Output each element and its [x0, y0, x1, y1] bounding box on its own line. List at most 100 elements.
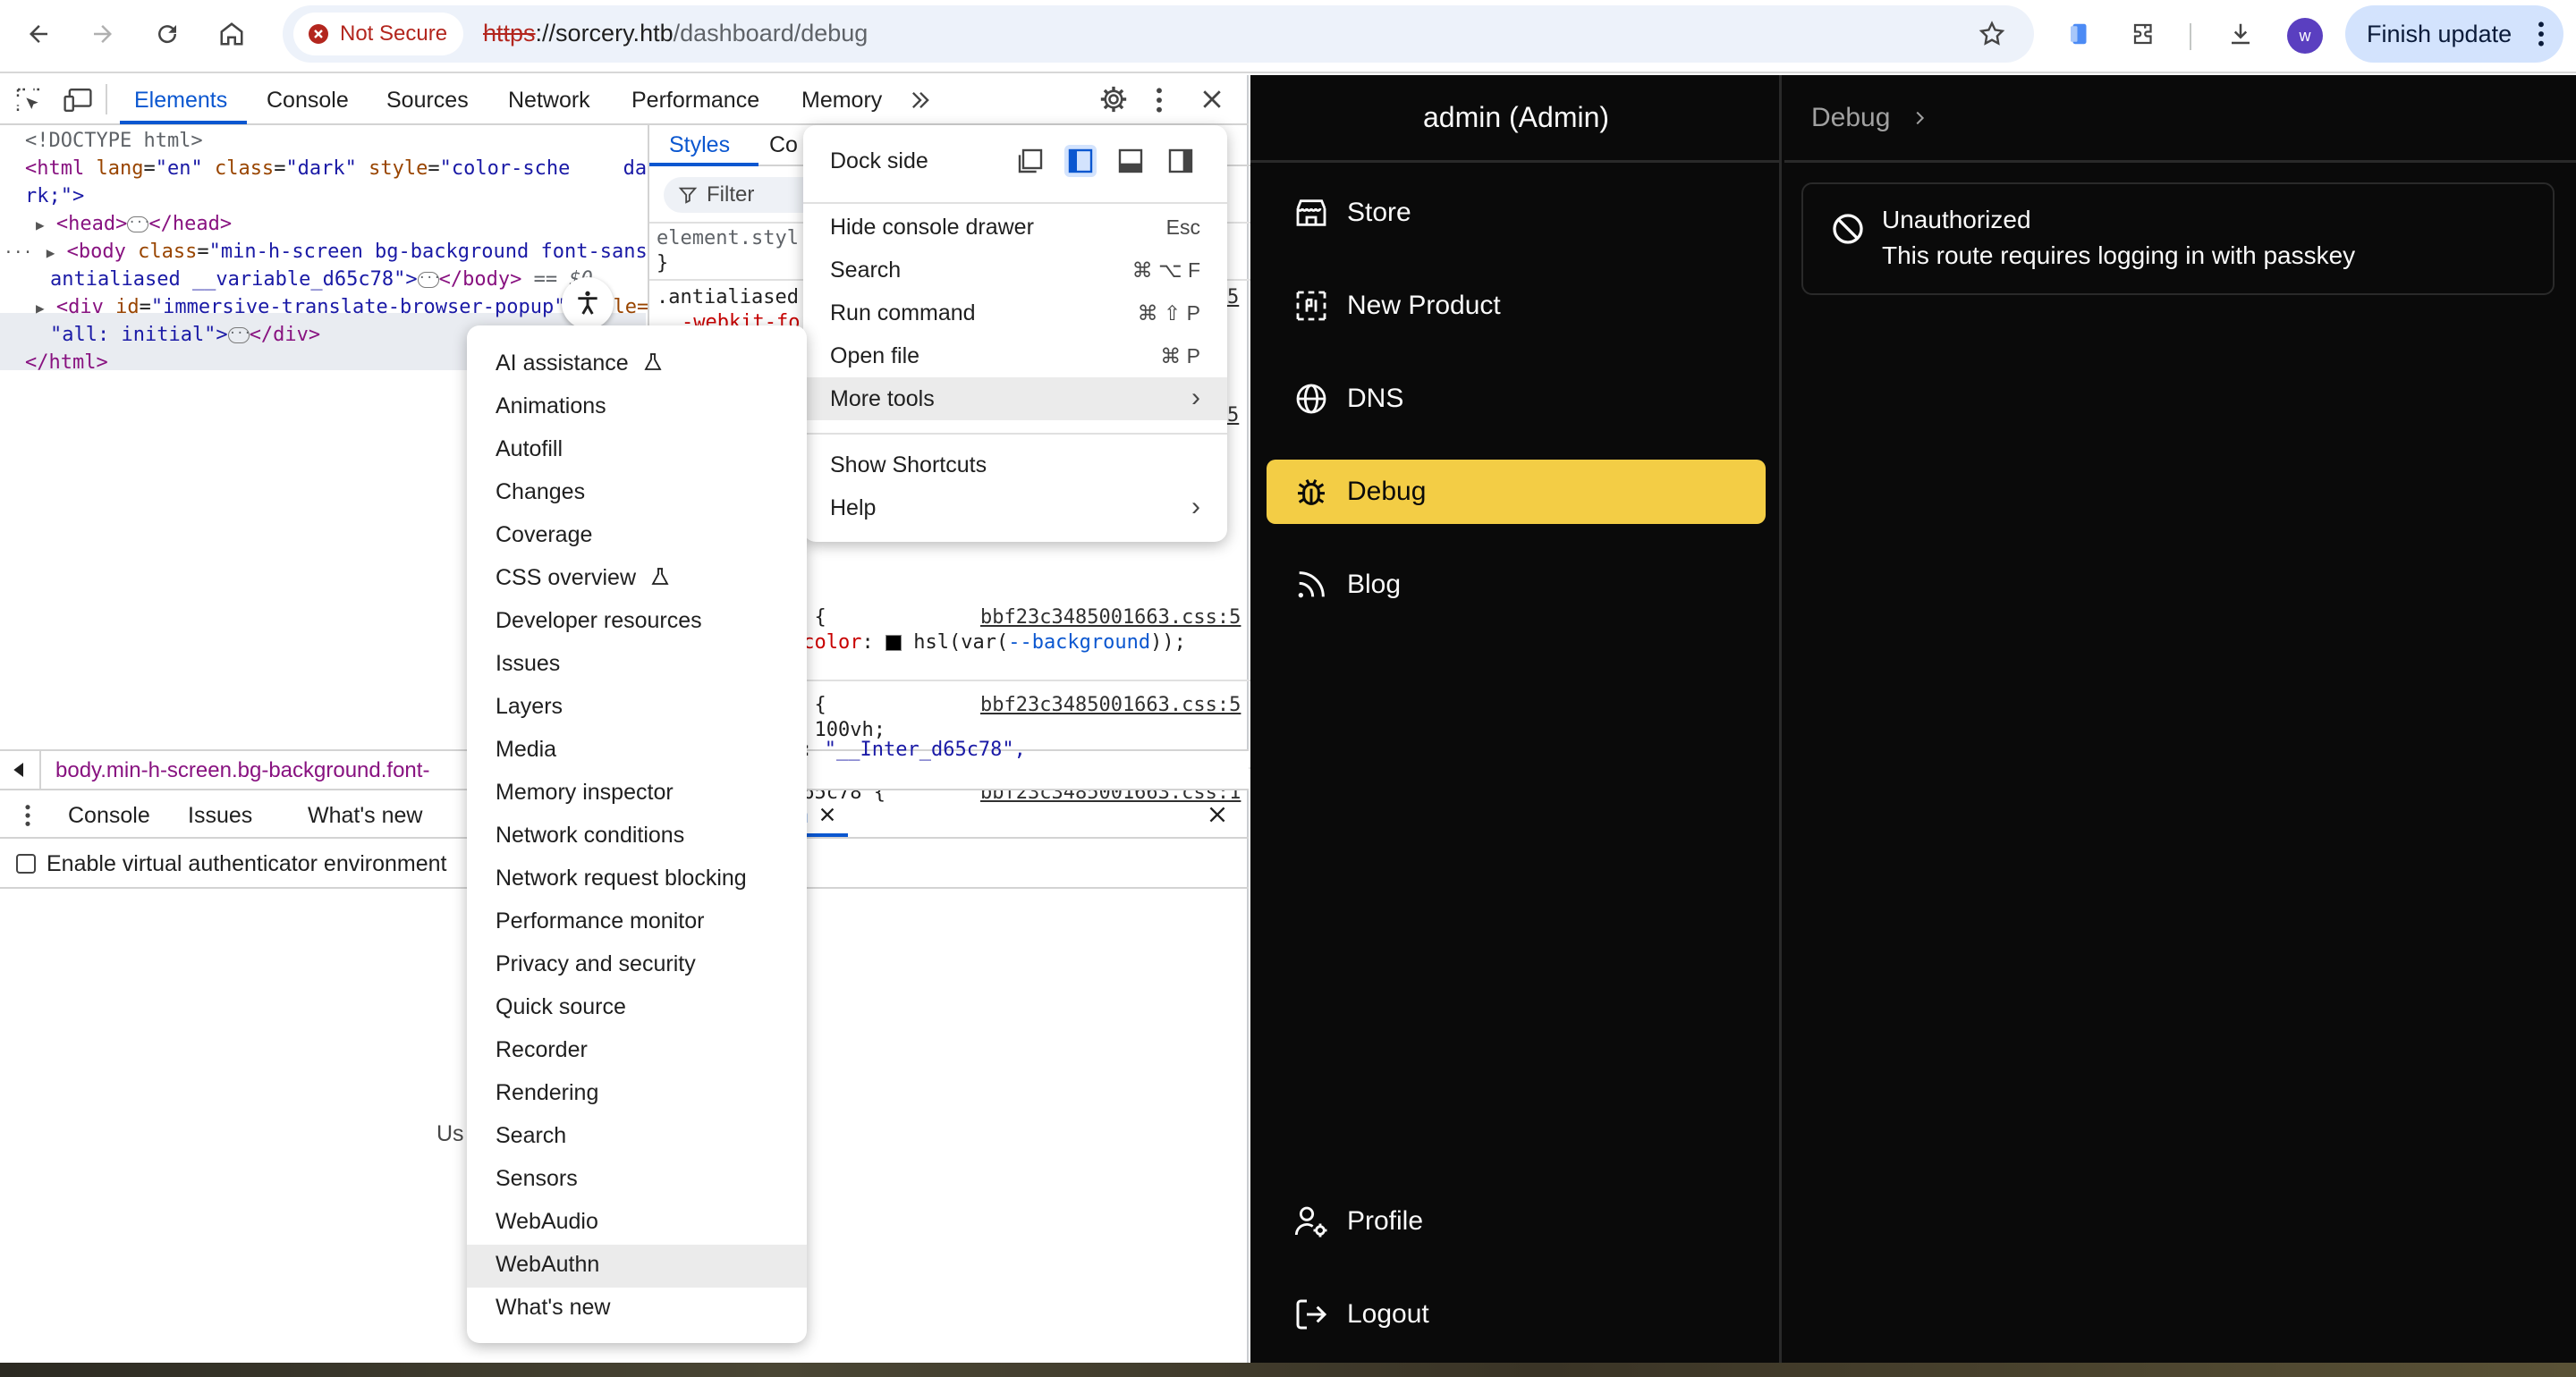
dock-bottom-button[interactable] [1114, 145, 1147, 177]
dock-right-button[interactable] [1165, 145, 1197, 177]
head-close-tag: </head> [148, 213, 233, 235]
customize-menu-button[interactable] [1154, 86, 1165, 114]
tab-sources[interactable]: Sources [386, 88, 469, 114]
html-open-tag: <html [25, 157, 85, 180]
breadcrumb-scroll-left[interactable] [0, 751, 41, 789]
tool-sensors[interactable]: Sensors [496, 1166, 578, 1192]
div-node[interactable]: ▶ <div id="immersive-translate-browser-p… [36, 293, 648, 322]
tool-developer-resources[interactable]: Developer resources [496, 608, 702, 634]
breadcrumb-item-debug[interactable]: Debug [1811, 103, 1890, 133]
tool-search[interactable]: Search [496, 1123, 566, 1149]
url-scheme: https [483, 20, 536, 46]
device-toolbar-button[interactable] [63, 86, 93, 114]
tool-performance-monitor[interactable]: Performance monitor [496, 908, 704, 934]
doctype-node[interactable]: <!DOCTYPE html> [25, 127, 203, 155]
back-button[interactable] [20, 15, 57, 53]
tool-webauthn[interactable]: WebAuthn [496, 1252, 599, 1278]
expand-triangle-icon[interactable]: ▶ [36, 300, 45, 317]
close-drawer-button[interactable] [1206, 803, 1229, 826]
tool-whats-new[interactable]: What's new [496, 1295, 610, 1321]
tool-network-request-blocking[interactable]: Network request blocking [496, 866, 747, 891]
ellipsis-badge[interactable]: ··· [417, 272, 441, 288]
html-node[interactable]: <html lang="en" class="dark" style="colo… [25, 155, 647, 182]
dom-breadcrumb[interactable]: body.min-h-screen.bg-background.font- [55, 758, 429, 783]
forward-button[interactable] [84, 15, 122, 53]
more-tabs-button[interactable] [907, 88, 934, 113]
tool-coverage[interactable]: Coverage [496, 522, 592, 548]
menu-item-shortcut: Esc [1165, 215, 1200, 239]
sidebar-item-store[interactable]: Store [1267, 181, 1766, 245]
drawer-tab-whats-new[interactable]: What's new [308, 803, 422, 829]
sidebar-item-debug[interactable]: Debug [1267, 460, 1766, 524]
expand-triangle-icon[interactable]: ▶ [47, 244, 55, 261]
sidebar-item-dns[interactable]: DNS [1267, 367, 1766, 431]
sidebar-item-blog[interactable]: Blog [1267, 553, 1766, 617]
ellipsis-badge[interactable]: ··· [227, 327, 251, 343]
tool-quick-source[interactable]: Quick source [496, 994, 626, 1020]
drawer-tab-console[interactable]: Console [68, 803, 150, 829]
close-drawer-tab-button[interactable] [818, 805, 837, 824]
tool-rendering[interactable]: Rendering [496, 1080, 598, 1106]
tab-search-button[interactable] [2061, 15, 2098, 53]
dock-left-button[interactable] [1064, 145, 1097, 177]
head-node[interactable]: ▶ <head>···</head> [36, 210, 232, 239]
css-source-link[interactable]: 5 [1227, 404, 1239, 427]
profile-avatar[interactable]: w [2287, 18, 2323, 54]
rule1-variable: --background [1008, 631, 1151, 654]
home-button[interactable] [213, 15, 250, 53]
reload-button[interactable] [148, 15, 186, 53]
color-swatch[interactable] [885, 635, 902, 651]
tool-privacy-and-security[interactable]: Privacy and security [496, 951, 696, 977]
new-product-icon [1296, 291, 1326, 321]
drawer-menu-button[interactable] [23, 803, 32, 828]
inspect-element-button[interactable] [14, 86, 43, 114]
bug-icon [1298, 478, 1325, 505]
tool-issues[interactable]: Issues [496, 651, 560, 677]
tab-memory[interactable]: Memory [801, 88, 882, 114]
tool-css-overview[interactable]: CSS overview [496, 565, 671, 591]
settings-button[interactable] [1098, 84, 1129, 114]
ellipsis-badge[interactable]: ··· [127, 216, 151, 232]
rule2-source-link[interactable]: bbf23c3485001663.css:5 [980, 694, 1241, 716]
url-text[interactable]: https://sorcery.htb/dashboard/debug [483, 20, 868, 47]
tab-console[interactable]: Console [267, 88, 349, 114]
tool-memory-inspector[interactable]: Memory inspector [496, 780, 674, 806]
virtual-authenticator-label[interactable]: Enable virtual authenticator environment [47, 851, 447, 877]
tool-network-conditions[interactable]: Network conditions [496, 823, 684, 849]
tab-computed[interactable]: Co [769, 132, 798, 158]
accessibility-tree-toggle[interactable] [562, 277, 614, 329]
tool-layers[interactable]: Layers [496, 694, 563, 720]
tool-recorder[interactable]: Recorder [496, 1037, 588, 1063]
dock-undock-button[interactable] [1014, 145, 1046, 177]
tool-ai-assistance[interactable]: AI assistance [496, 351, 664, 376]
expand-triangle-icon[interactable]: ▶ [36, 216, 45, 233]
security-chip[interactable]: Not Secure [293, 13, 464, 55]
rule1-source-link[interactable]: bbf23c3485001663.css:5 [980, 606, 1241, 629]
tool-webaudio[interactable]: WebAudio [496, 1209, 598, 1235]
head-open-tag: <head> [55, 213, 128, 235]
menu-item-label: Hide console drawer [830, 215, 1034, 240]
desktop-wallpaper-strip [0, 1363, 2576, 1377]
tool-changes[interactable]: Changes [496, 479, 585, 505]
css-source-link[interactable]: 5 [1227, 286, 1239, 308]
virtual-authenticator-checkbox[interactable] [16, 854, 36, 874]
tab-network[interactable]: Network [508, 88, 590, 114]
sidebar-item-new-product[interactable]: New Product [1267, 274, 1766, 338]
bookmark-button[interactable] [1973, 15, 2011, 53]
tool-media[interactable]: Media [496, 737, 556, 763]
tab-elements[interactable]: Elements [134, 88, 227, 114]
tool-autofill[interactable]: Autofill [496, 436, 563, 462]
styles-filter-input[interactable]: Filter [664, 177, 825, 213]
body-node[interactable]: ··· ▶ <body class="min-h-screen bg-backg… [4, 238, 648, 266]
address-bar[interactable]: Not Secure https://sorcery.htb/dashboard… [283, 5, 2034, 63]
close-devtools-button[interactable] [1199, 86, 1225, 113]
finish-update-button[interactable]: Finish update [2345, 5, 2563, 63]
downloads-button[interactable] [2222, 15, 2259, 53]
tab-performance[interactable]: Performance [631, 88, 759, 114]
tool-animations[interactable]: Animations [496, 393, 606, 419]
sidebar-item-logout[interactable]: Logout [1267, 1282, 1766, 1347]
tab-styles[interactable]: Styles [669, 132, 730, 158]
sidebar-item-profile[interactable]: Profile [1267, 1189, 1766, 1254]
drawer-tab-issues[interactable]: Issues [188, 803, 252, 829]
extensions-button[interactable] [2125, 15, 2163, 53]
